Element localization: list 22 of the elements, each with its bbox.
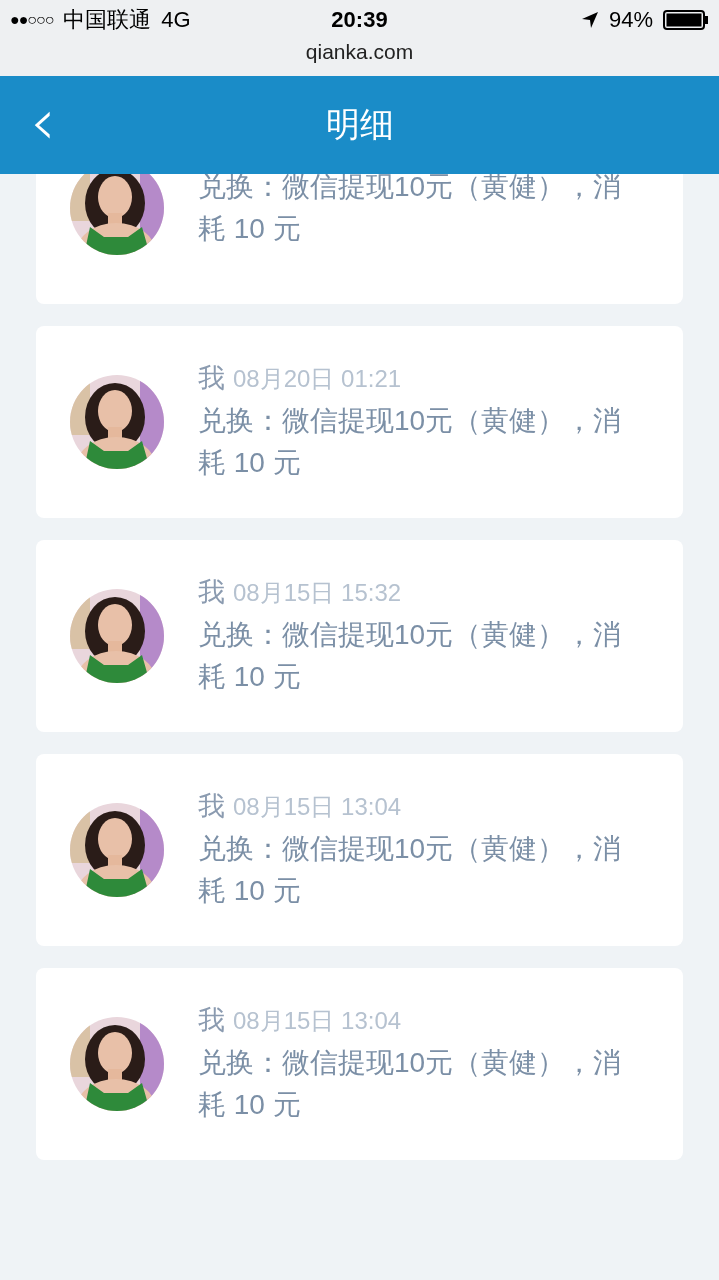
page-title: 明细	[325, 104, 394, 145]
network-type: 4G	[161, 7, 191, 33]
location-arrow-icon	[580, 11, 599, 29]
signal-strength: ●●○○○	[10, 11, 54, 29]
record-description: 兑换：微信提现10元（黄健），消耗 10 元	[198, 618, 623, 694]
user-name: 我	[198, 362, 225, 395]
battery-icon	[663, 10, 709, 30]
battery-percentage: 94%	[608, 7, 653, 33]
record-time: 08月15日 13:04	[233, 792, 402, 822]
record-time: 08月15日 15:32	[233, 578, 402, 608]
back-button[interactable]: ‹	[24, 92, 62, 152]
url-text: qianka.com	[304, 40, 415, 64]
record-description: 兑换：微信提现10元（黄健），消耗 10 元	[198, 832, 623, 908]
record-description: 兑换：微信提现10元（黄健），消耗 10 元	[198, 1046, 623, 1122]
user-name: 我	[198, 576, 225, 609]
record-description: 兑换：微信提现10元（黄健），消耗 10 元	[198, 404, 623, 480]
record-time: 08月20日 01:21	[233, 364, 402, 394]
user-name: 我	[198, 1004, 225, 1037]
user-name: 我	[198, 790, 225, 823]
clock: 20:39	[331, 7, 388, 33]
carrier-name: 中国联通	[63, 6, 152, 34]
record-time: 08月15日 13:04	[233, 1006, 402, 1036]
